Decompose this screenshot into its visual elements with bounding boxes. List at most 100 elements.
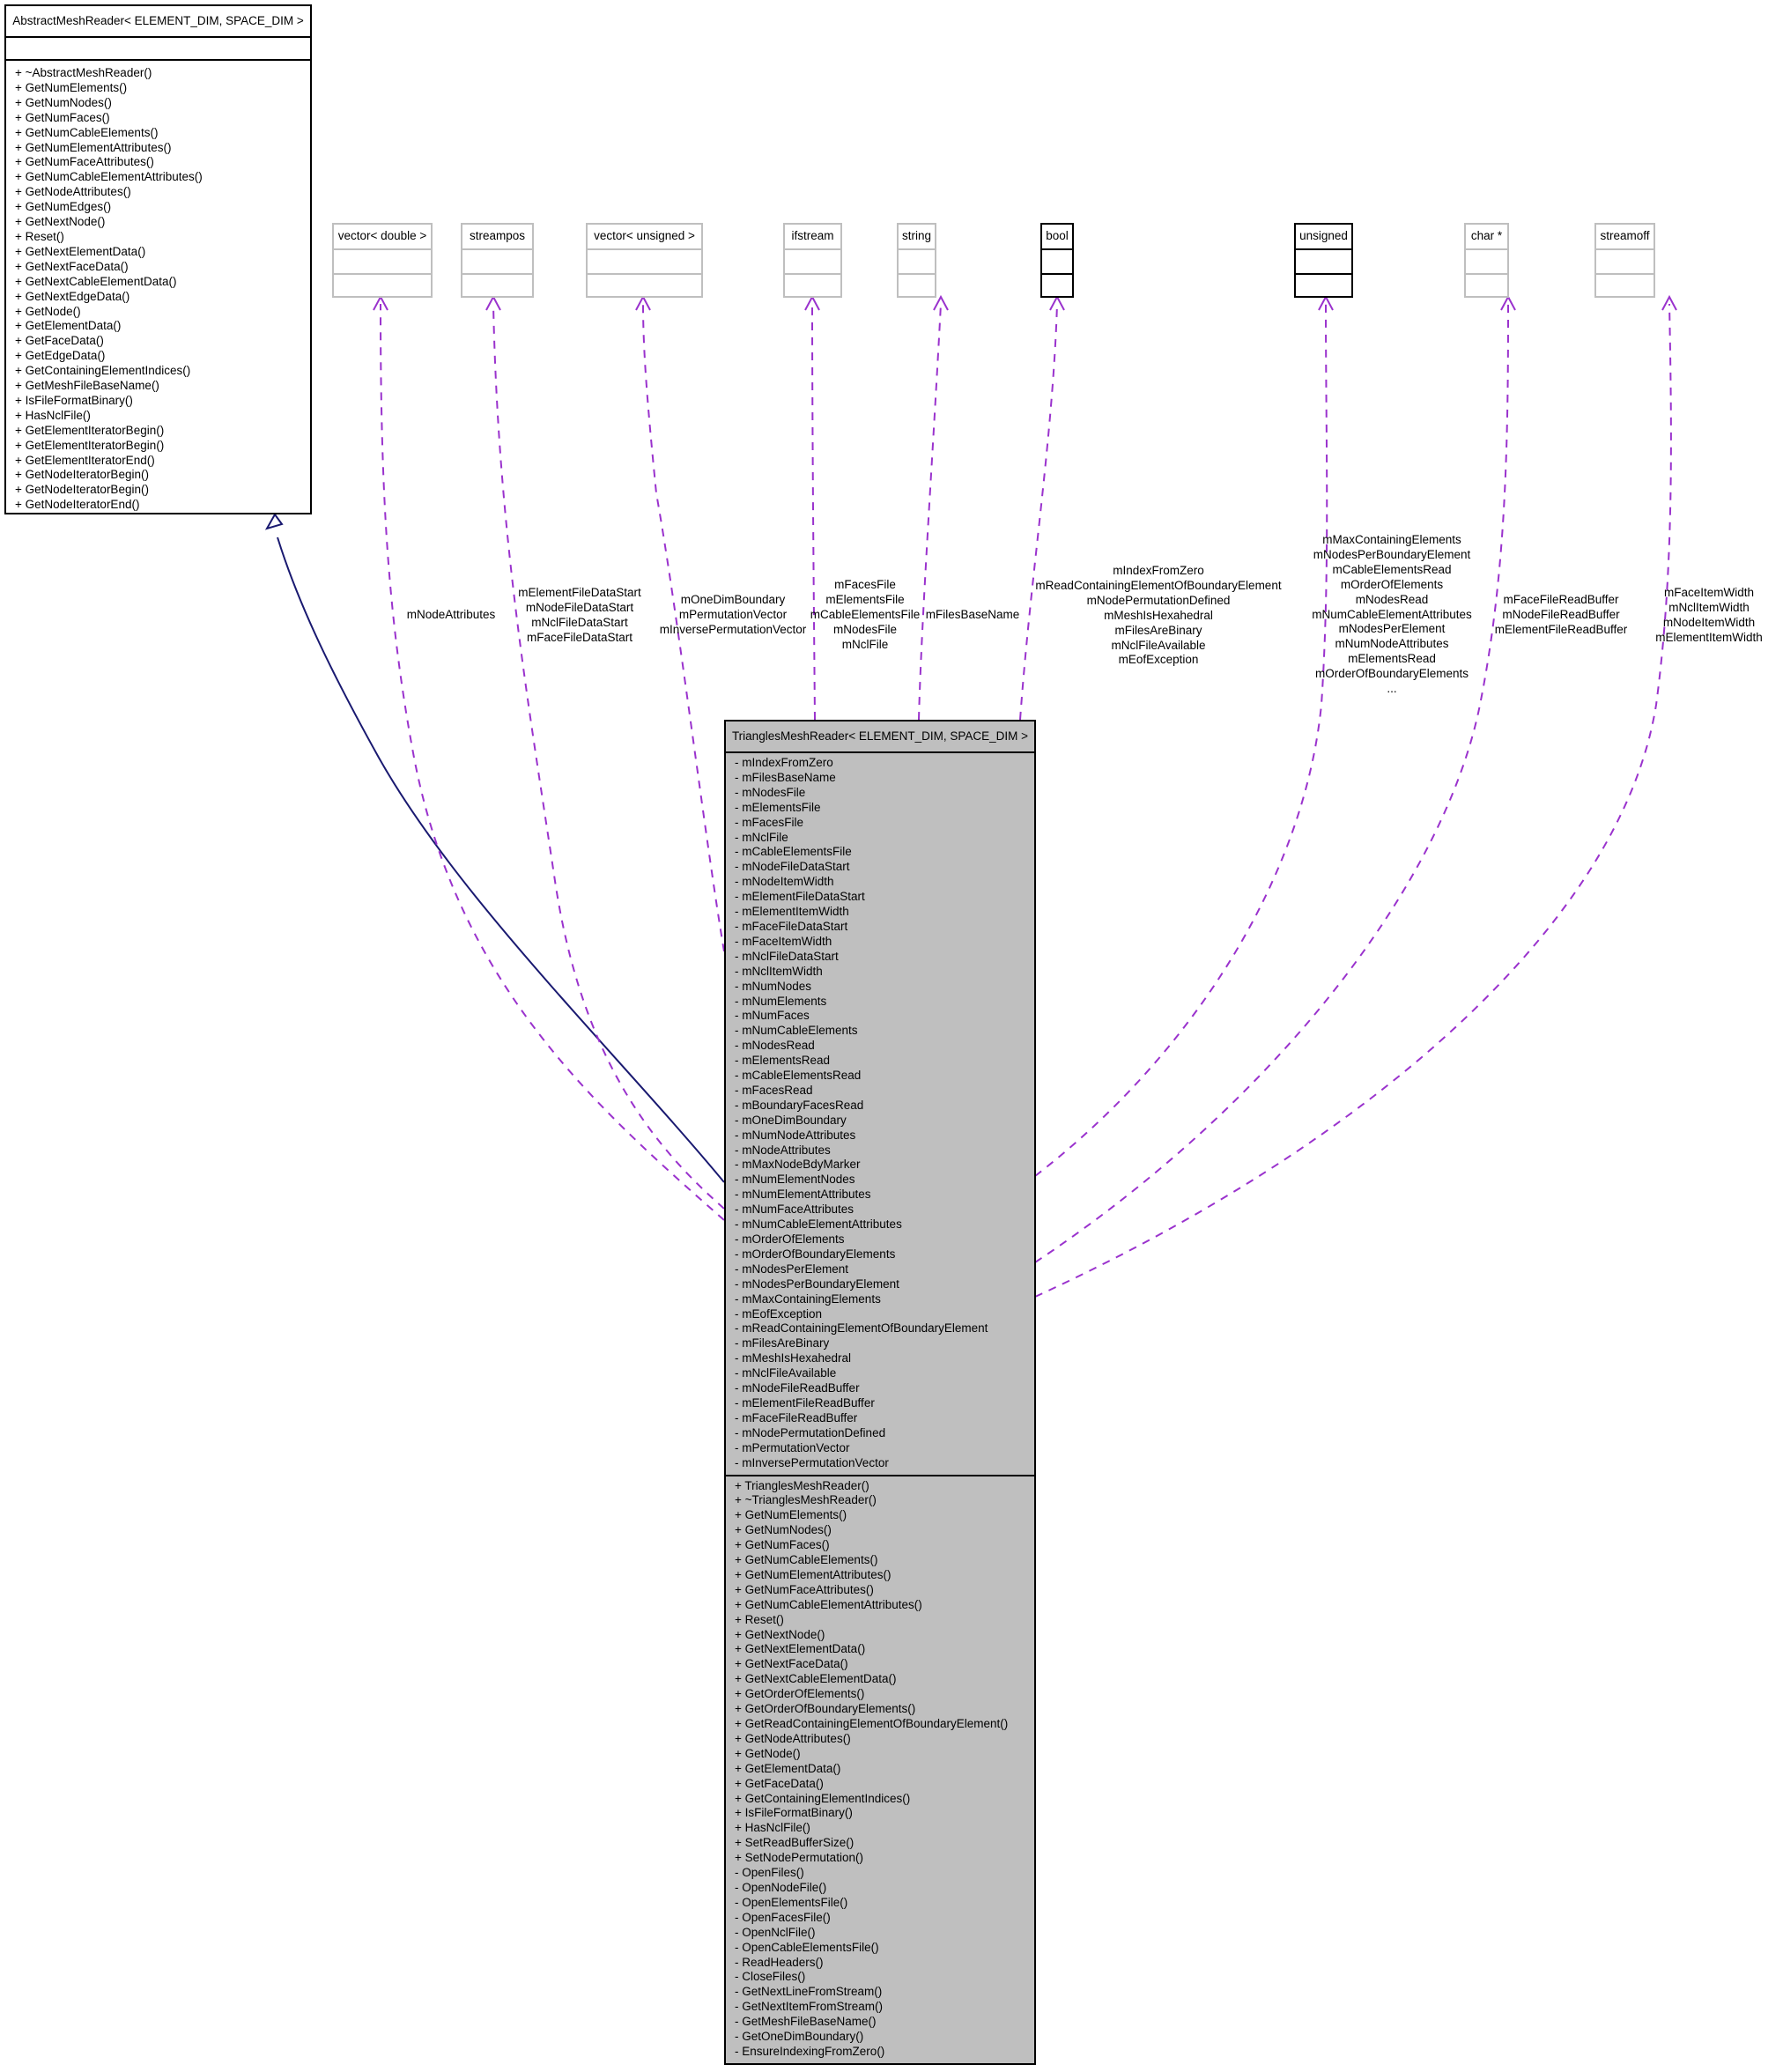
- base-class-box[interactable]: AbstractMeshReader< ELEMENT_DIM, SPACE_D…: [4, 4, 312, 514]
- type-box-bool[interactable]: bool: [1040, 223, 1074, 298]
- main-class-attribute[interactable]: - mFaceFileReadBuffer: [726, 1411, 1034, 1426]
- main-class-method[interactable]: + HasNclFile(): [726, 1821, 1034, 1836]
- main-class-attribute[interactable]: - mNodesPerElement: [726, 1262, 1034, 1277]
- main-class-method[interactable]: + GetNode(): [726, 1747, 1034, 1762]
- base-class-method[interactable]: + GetNumCableElements(): [6, 126, 310, 141]
- base-class-method[interactable]: + GetNextFaceData(): [6, 260, 310, 275]
- type-box-unsigned[interactable]: unsigned: [1294, 223, 1353, 298]
- base-class-method[interactable]: + GetNumElements(): [6, 81, 310, 96]
- main-class-attribute[interactable]: - mPermutationVector: [726, 1441, 1034, 1456]
- base-class-method[interactable]: + GetElementIteratorBegin(): [6, 439, 310, 454]
- main-class-method[interactable]: - OpenElementsFile(): [726, 1896, 1034, 1911]
- main-class-attribute[interactable]: - mNodeAttributes: [726, 1143, 1034, 1158]
- main-class-attribute[interactable]: - mNodeItemWidth: [726, 875, 1034, 890]
- type-box-string[interactable]: string: [897, 223, 936, 298]
- main-class-method[interactable]: + ~TrianglesMeshReader(): [726, 1493, 1034, 1508]
- main-class-attribute[interactable]: - mNodeFileDataStart: [726, 860, 1034, 875]
- main-class-attribute[interactable]: - mNodeFileReadBuffer: [726, 1381, 1034, 1396]
- main-class-attribute[interactable]: - mFacesRead: [726, 1084, 1034, 1099]
- main-class-method[interactable]: - EnsureIndexingFromZero(): [726, 2045, 1034, 2060]
- main-class-method[interactable]: + GetFaceData(): [726, 1777, 1034, 1792]
- main-class-box[interactable]: TrianglesMeshReader< ELEMENT_DIM, SPACE_…: [724, 720, 1036, 2065]
- main-class-attribute[interactable]: - mCableElementsFile: [726, 845, 1034, 860]
- main-class-attribute[interactable]: - mNclFileAvailable: [726, 1366, 1034, 1381]
- main-class-attribute[interactable]: - mNumElements: [726, 995, 1034, 1010]
- main-class-attribute[interactable]: - mNodePermutationDefined: [726, 1426, 1034, 1441]
- main-class-attribute[interactable]: - mMeshIsHexahedral: [726, 1351, 1034, 1366]
- main-class-method[interactable]: + GetNumFaces(): [726, 1538, 1034, 1553]
- main-class-method[interactable]: + TrianglesMeshReader(): [726, 1479, 1034, 1494]
- main-class-method[interactable]: - OpenFiles(): [726, 1866, 1034, 1881]
- main-class-attribute[interactable]: - mNumNodes: [726, 980, 1034, 995]
- main-class-attribute[interactable]: - mFacesFile: [726, 816, 1034, 831]
- main-class-attribute[interactable]: - mInversePermutationVector: [726, 1456, 1034, 1471]
- main-class-method[interactable]: - OpenFacesFile(): [726, 1911, 1034, 1926]
- base-class-method[interactable]: + HasNclFile(): [6, 409, 310, 424]
- main-class-method[interactable]: - GetNextLineFromStream(): [726, 1985, 1034, 2000]
- main-class-attribute[interactable]: - mMaxContainingElements: [726, 1292, 1034, 1307]
- main-class-method[interactable]: - CloseFiles(): [726, 1970, 1034, 1985]
- main-class-method[interactable]: + GetNextFaceData(): [726, 1657, 1034, 1672]
- main-class-method[interactable]: + SetNodePermutation(): [726, 1851, 1034, 1866]
- type-box-vector-unsigned[interactable]: vector< unsigned >: [586, 223, 703, 298]
- main-class-attribute[interactable]: - mIndexFromZero: [726, 756, 1034, 771]
- main-class-attribute[interactable]: - mCableElementsRead: [726, 1069, 1034, 1084]
- main-class-attribute[interactable]: - mOrderOfBoundaryElements: [726, 1247, 1034, 1262]
- main-class-attribute[interactable]: - mElementsRead: [726, 1054, 1034, 1069]
- main-class-method[interactable]: - OpenCableElementsFile(): [726, 1941, 1034, 1956]
- main-class-attribute[interactable]: - mBoundaryFacesRead: [726, 1099, 1034, 1114]
- base-class-method[interactable]: + GetNodeIteratorBegin(): [6, 483, 310, 498]
- main-class-attribute[interactable]: - mMaxNodeBdyMarker: [726, 1158, 1034, 1173]
- type-box-streampos[interactable]: streampos: [461, 223, 534, 298]
- base-class-method[interactable]: + GetNodeIteratorBegin(): [6, 468, 310, 483]
- main-class-method[interactable]: + GetElementData(): [726, 1762, 1034, 1777]
- base-class-method[interactable]: + GetNumElementAttributes(): [6, 141, 310, 156]
- main-class-method[interactable]: + GetNextCableElementData(): [726, 1672, 1034, 1687]
- main-class-attribute[interactable]: - mNumElementAttributes: [726, 1188, 1034, 1202]
- main-class-method[interactable]: + GetNumCableElements(): [726, 1553, 1034, 1568]
- main-class-attribute[interactable]: - mNumNodeAttributes: [726, 1128, 1034, 1143]
- base-class-method[interactable]: + GetNumNodes(): [6, 96, 310, 111]
- main-class-attribute[interactable]: - mNclItemWidth: [726, 965, 1034, 980]
- base-class-method[interactable]: + GetNodeIteratorEnd(): [6, 498, 310, 513]
- main-class-method[interactable]: + GetNodeAttributes(): [726, 1732, 1034, 1747]
- main-class-attribute[interactable]: - mOneDimBoundary: [726, 1114, 1034, 1128]
- main-class-attribute[interactable]: - mNumFaces: [726, 1009, 1034, 1024]
- main-class-method[interactable]: + GetNextElementData(): [726, 1642, 1034, 1657]
- main-class-attribute[interactable]: - mNodesPerBoundaryElement: [726, 1277, 1034, 1292]
- main-class-method[interactable]: + IsFileFormatBinary(): [726, 1806, 1034, 1821]
- base-class-method[interactable]: + GetNextNode(): [6, 215, 310, 230]
- main-class-method[interactable]: + GetOrderOfElements(): [726, 1687, 1034, 1702]
- main-class-method[interactable]: + GetNumElements(): [726, 1508, 1034, 1523]
- main-class-method[interactable]: - GetMeshFileBaseName(): [726, 2015, 1034, 2030]
- main-class-method[interactable]: - GetOneDimBoundary(): [726, 2030, 1034, 2045]
- main-class-attribute[interactable]: - mFaceFileDataStart: [726, 920, 1034, 935]
- base-class-method[interactable]: + GetNextElementData(): [6, 245, 310, 260]
- main-class-method[interactable]: - OpenNodeFile(): [726, 1881, 1034, 1896]
- base-class-method[interactable]: + GetNumCableElementAttributes(): [6, 170, 310, 185]
- base-class-method[interactable]: + GetNodeAttributes(): [6, 185, 310, 200]
- main-class-method[interactable]: + SetReadBufferSize(): [726, 1836, 1034, 1851]
- base-class-method[interactable]: + GetNumFaceAttributes(): [6, 155, 310, 170]
- main-class-method[interactable]: + GetReadContainingElementOfBoundaryElem…: [726, 1717, 1034, 1732]
- base-class-method[interactable]: + GetNumFaces(): [6, 111, 310, 126]
- base-class-method[interactable]: + Reset(): [6, 230, 310, 245]
- main-class-method[interactable]: + GetOrderOfBoundaryElements(): [726, 1702, 1034, 1717]
- base-class-method[interactable]: + GetNextCableElementData(): [6, 275, 310, 290]
- main-class-method[interactable]: - GetNextItemFromStream(): [726, 2000, 1034, 2015]
- main-class-attribute[interactable]: - mReadContainingElementOfBoundaryElemen…: [726, 1321, 1034, 1336]
- type-box-char-ptr[interactable]: char *: [1464, 223, 1509, 298]
- main-class-attribute[interactable]: - mNodesRead: [726, 1039, 1034, 1054]
- main-class-attribute[interactable]: - mElementsFile: [726, 801, 1034, 816]
- base-class-method[interactable]: + GetElementIteratorBegin(): [6, 424, 310, 439]
- type-box-ifstream[interactable]: ifstream: [783, 223, 842, 298]
- main-class-attribute[interactable]: - mFaceItemWidth: [726, 935, 1034, 950]
- main-class-method[interactable]: + GetNumFaceAttributes(): [726, 1583, 1034, 1598]
- main-class-method[interactable]: + GetNumCableElementAttributes(): [726, 1598, 1034, 1613]
- main-class-attribute[interactable]: - mOrderOfElements: [726, 1232, 1034, 1247]
- main-class-attribute[interactable]: - mFilesBaseName: [726, 771, 1034, 786]
- base-class-method[interactable]: + GetNextEdgeData(): [6, 290, 310, 305]
- main-class-attribute[interactable]: - mNodesFile: [726, 786, 1034, 801]
- main-class-attribute[interactable]: - mFilesAreBinary: [726, 1336, 1034, 1351]
- main-class-method[interactable]: - OpenNclFile(): [726, 1926, 1034, 1941]
